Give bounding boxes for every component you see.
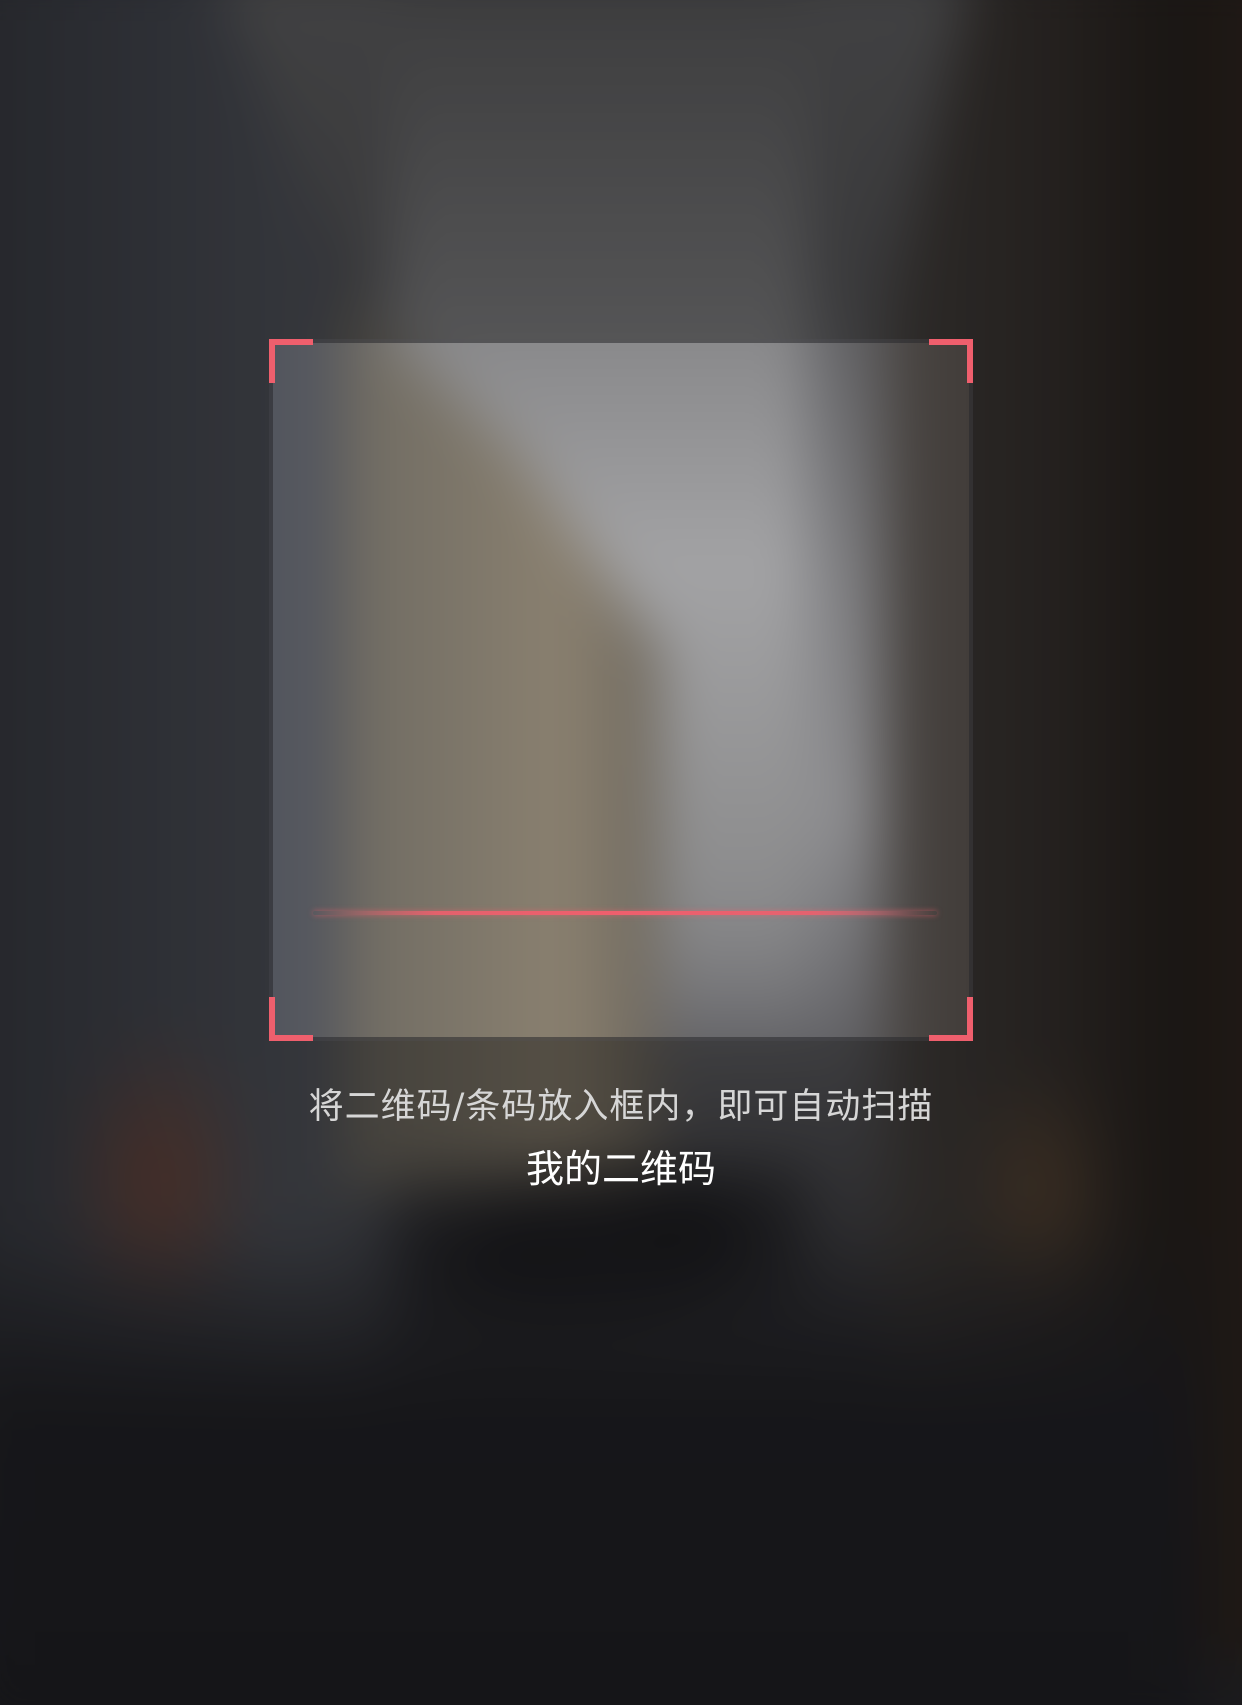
scan-line bbox=[313, 911, 937, 915]
scan-hint-text: 将二维码/条码放入框内，即可自动扫描 bbox=[308, 1087, 934, 1127]
scan-mask-right bbox=[973, 339, 1242, 1041]
scan-corner-bottom-left bbox=[269, 997, 313, 1041]
scan-frame bbox=[269, 339, 973, 1041]
scan-corner-top-left bbox=[269, 339, 313, 383]
qr-scanner-screen: 将二维码/条码放入框内，即可自动扫描 我的二维码 bbox=[0, 0, 1242, 1705]
scan-corner-bottom-right bbox=[929, 997, 973, 1041]
my-qrcode-button[interactable]: 我的二维码 bbox=[471, 1141, 771, 1197]
scan-mask-left bbox=[0, 339, 269, 1041]
scan-mask-top bbox=[0, 0, 1242, 339]
scan-corner-top-right bbox=[929, 339, 973, 383]
